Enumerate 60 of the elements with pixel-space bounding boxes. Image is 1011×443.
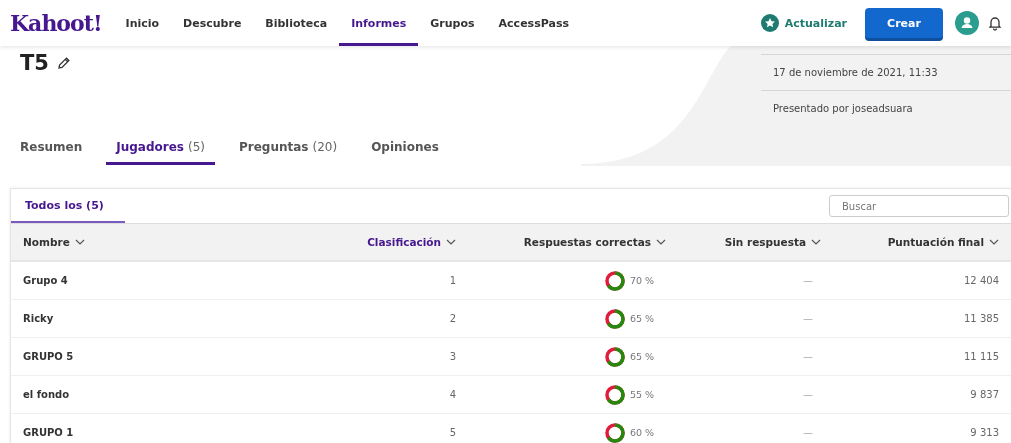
chevron-down-icon: [811, 239, 821, 245]
search-field[interactable]: Buscar: [829, 195, 1009, 217]
table-cell: 11 385: [833, 300, 1011, 338]
nav-link[interactable]: AccessPass: [486, 0, 581, 46]
chevron-down-icon: [446, 239, 456, 245]
presenter-text: Presentado por joseadsuara: [761, 90, 1011, 126]
table-cell: 4: [311, 376, 468, 414]
column-header[interactable]: Respuestas correctas: [468, 224, 678, 262]
column-header[interactable]: Clasificación: [311, 224, 468, 262]
logo[interactable]: Kahoot!: [10, 10, 102, 36]
table-cell: 3: [311, 338, 468, 376]
table-cell: 1: [311, 262, 468, 300]
avatar-icon[interactable]: [955, 11, 979, 35]
chevron-down-icon: [656, 239, 666, 245]
table-cell: —: [678, 338, 833, 376]
table-cell: 9 313: [833, 414, 1011, 443]
table-cell: el fondo: [11, 376, 311, 414]
column-header[interactable]: Puntuación final: [833, 224, 1011, 262]
bell-icon[interactable]: [987, 15, 1003, 31]
tab[interactable]: Preguntas (20): [229, 134, 348, 165]
donut-icon: [604, 383, 626, 406]
percent-text: 55 %: [630, 389, 656, 400]
donut-icon: [604, 345, 626, 368]
donut-icon: [604, 269, 626, 292]
table-cell: Grupo 4: [11, 262, 311, 300]
table-cell: 12 404: [833, 262, 1011, 300]
percent-text: 65 %: [630, 313, 656, 324]
column-header[interactable]: Nombre: [11, 224, 311, 262]
tab[interactable]: Opiniones: [361, 134, 449, 165]
nav-link[interactable]: Inicio: [113, 0, 172, 46]
chevron-down-icon: [74, 239, 85, 245]
donut-icon: [604, 421, 626, 443]
column-header[interactable]: Sin respuesta: [678, 224, 833, 262]
nav-link[interactable]: Descubre: [171, 0, 254, 46]
table-cell: Ricky: [11, 300, 311, 338]
table-cell: 11 115: [833, 338, 1011, 376]
tab[interactable]: Resumen: [10, 134, 93, 165]
report-date: 17 de noviembre de 2021, 11:33: [761, 54, 1011, 90]
chevron-down-icon: [989, 239, 999, 245]
table-cell: 5: [311, 414, 468, 443]
percent-text: 60 %: [630, 427, 656, 438]
table-cell: —: [678, 262, 833, 300]
table-cell: —: [678, 300, 833, 338]
nav-link[interactable]: Informes: [339, 0, 419, 46]
table-cell: GRUPO 5: [11, 338, 311, 376]
table-cell: GRUPO 1: [11, 414, 311, 443]
table-cell: —: [678, 414, 833, 443]
upgrade-link[interactable]: Actualizar: [784, 16, 847, 30]
report-title: T5: [20, 51, 49, 75]
table-cell: 9 837: [833, 376, 1011, 414]
percent-text: 65 %: [630, 351, 656, 362]
nav-link[interactable]: Biblioteca: [253, 0, 340, 46]
tab[interactable]: Jugadores (5): [106, 134, 215, 165]
create-button[interactable]: Crear: [865, 8, 943, 38]
donut-icon: [604, 307, 626, 330]
percent-text: 70 %: [630, 275, 656, 286]
pencil-icon[interactable]: [56, 56, 71, 70]
table-cell: —: [678, 376, 833, 414]
table-cell: 2: [311, 300, 468, 338]
nav-link[interactable]: Grupos: [418, 0, 487, 46]
